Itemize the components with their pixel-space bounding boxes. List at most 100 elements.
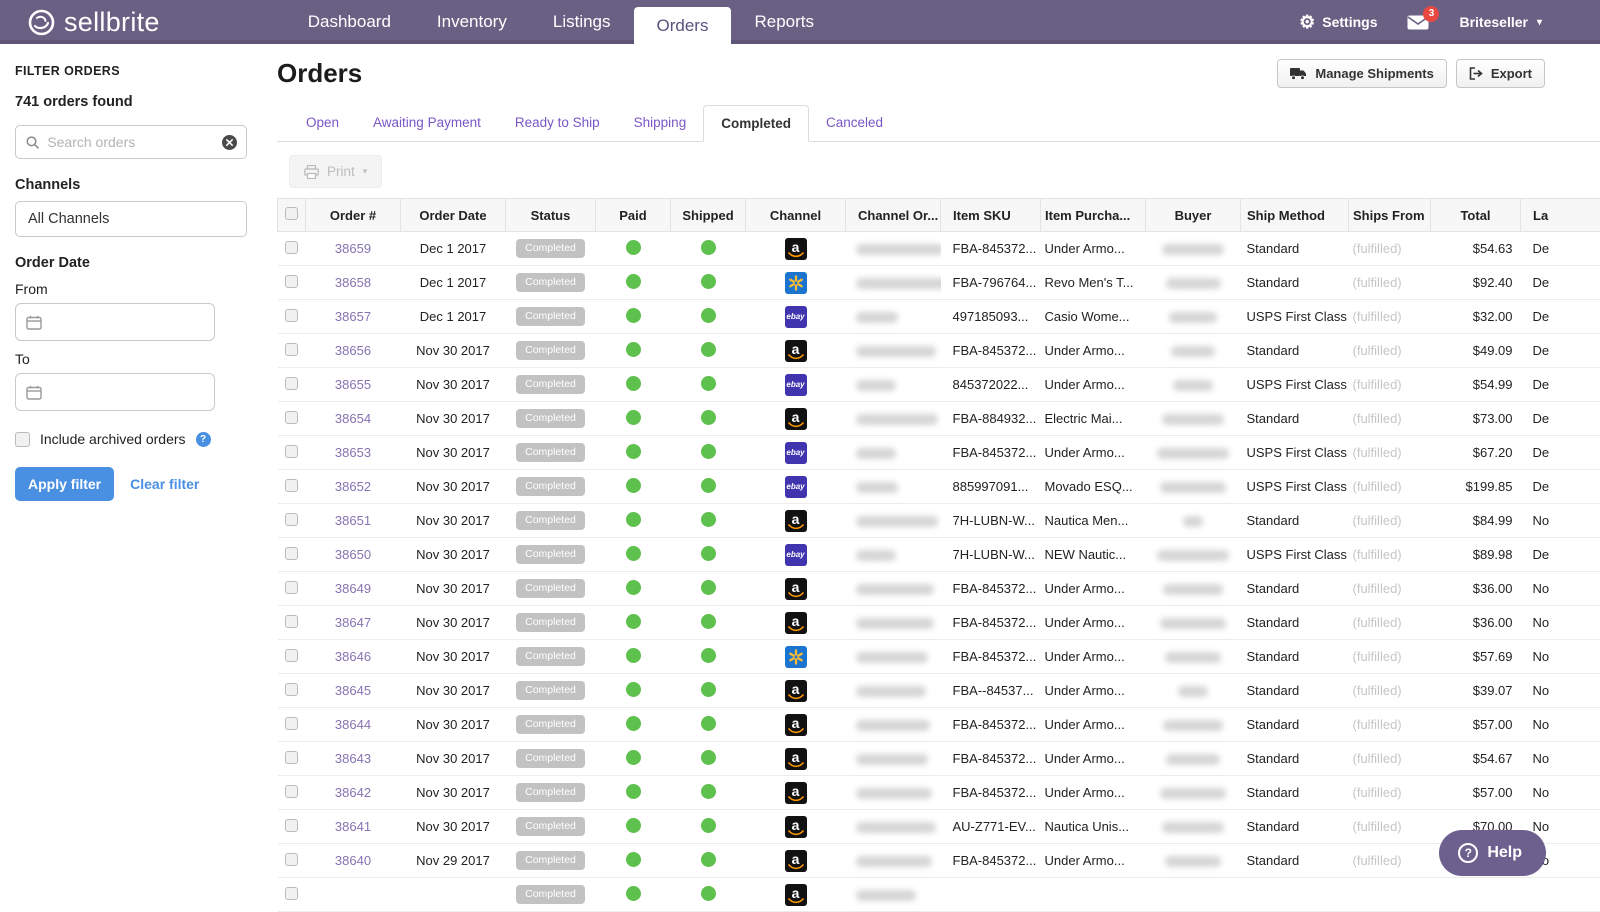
row-checkbox[interactable] bbox=[285, 751, 298, 764]
nav-item-inventory[interactable]: Inventory bbox=[414, 0, 530, 44]
include-archived-label: Include archived orders bbox=[40, 431, 186, 447]
manage-shipments-button[interactable]: Manage Shipments bbox=[1277, 59, 1446, 88]
order-date: Nov 30 2017 bbox=[401, 572, 506, 606]
col-item-purchased[interactable]: Item Purcha... bbox=[1041, 199, 1146, 232]
row-checkbox[interactable] bbox=[285, 819, 298, 832]
col-last[interactable]: La bbox=[1521, 199, 1600, 232]
row-checkbox[interactable] bbox=[285, 547, 298, 560]
tab-completed[interactable]: Completed bbox=[703, 105, 809, 142]
col-shipped[interactable]: Shipped bbox=[671, 199, 746, 232]
row-checkbox[interactable] bbox=[285, 377, 298, 390]
order-number-link[interactable]: 38643 bbox=[335, 751, 371, 766]
tab-open[interactable]: Open bbox=[289, 105, 356, 142]
order-number-link[interactable]: 38655 bbox=[335, 377, 371, 392]
col-buyer[interactable]: Buyer bbox=[1146, 199, 1241, 232]
row-checkbox[interactable] bbox=[285, 853, 298, 866]
amazon-channel-icon: a bbox=[785, 884, 807, 906]
status-badge: Completed bbox=[516, 239, 585, 258]
shipped-indicator bbox=[701, 240, 716, 255]
order-number-link[interactable]: 38642 bbox=[335, 785, 371, 800]
nav-item-orders[interactable]: Orders bbox=[634, 7, 732, 44]
search-input[interactable] bbox=[47, 134, 216, 150]
messages-button[interactable]: 3 bbox=[1407, 15, 1429, 30]
order-number-link[interactable]: 38656 bbox=[335, 343, 371, 358]
order-number-link[interactable]: 38641 bbox=[335, 819, 371, 834]
help-button[interactable]: ? Help bbox=[1439, 830, 1546, 876]
buyer-redacted bbox=[1165, 856, 1221, 867]
paid-indicator bbox=[626, 478, 641, 493]
row-checkbox[interactable] bbox=[285, 717, 298, 730]
tab-ready-to-ship[interactable]: Ready to Ship bbox=[498, 105, 617, 142]
ships-from: (fulfilled) bbox=[1349, 776, 1431, 810]
clear-filter-link[interactable]: Clear filter bbox=[130, 476, 199, 492]
col-order-number[interactable]: Order # bbox=[306, 199, 401, 232]
sellbrite-logo[interactable]: sellbrite bbox=[28, 0, 160, 44]
row-checkbox[interactable] bbox=[285, 683, 298, 696]
settings-button[interactable]: ⚙ Settings bbox=[1299, 13, 1377, 31]
order-number-link[interactable]: 38647 bbox=[335, 615, 371, 630]
clear-search-icon[interactable] bbox=[222, 135, 237, 150]
order-number-link[interactable]: 38645 bbox=[335, 683, 371, 698]
sellbrite-logo-icon bbox=[28, 9, 55, 36]
col-status[interactable]: Status bbox=[506, 199, 596, 232]
include-archived-checkbox[interactable] bbox=[15, 432, 30, 447]
account-menu[interactable]: Briteseller ▾ bbox=[1459, 14, 1542, 30]
row-checkbox[interactable] bbox=[285, 309, 298, 322]
tab-awaiting-payment[interactable]: Awaiting Payment bbox=[356, 105, 498, 142]
print-button[interactable]: Print ▾ bbox=[289, 155, 382, 188]
order-number-link[interactable]: 38640 bbox=[335, 853, 371, 868]
row-checkbox[interactable] bbox=[285, 615, 298, 628]
order-total: $89.98 bbox=[1431, 538, 1521, 572]
col-item-sku[interactable]: Item SKU bbox=[941, 199, 1041, 232]
help-tooltip-icon[interactable]: ? bbox=[196, 432, 211, 447]
order-number-link[interactable]: 38659 bbox=[335, 241, 371, 256]
order-number-link[interactable]: 38651 bbox=[335, 513, 371, 528]
row-checkbox[interactable] bbox=[285, 581, 298, 594]
row-checkbox[interactable] bbox=[285, 479, 298, 492]
channels-select[interactable]: All Channels bbox=[15, 201, 247, 237]
date-from-input[interactable] bbox=[15, 303, 215, 341]
row-checkbox[interactable] bbox=[285, 343, 298, 356]
order-number-link[interactable]: 38649 bbox=[335, 581, 371, 596]
ships-from: (fulfilled) bbox=[1349, 606, 1431, 640]
order-number-link[interactable]: 38658 bbox=[335, 275, 371, 290]
buyer-redacted bbox=[1178, 686, 1208, 697]
order-number-link[interactable]: 38657 bbox=[335, 309, 371, 324]
col-ship-method[interactable]: Ship Method bbox=[1241, 199, 1349, 232]
amazon-channel-icon: a bbox=[785, 510, 807, 532]
export-button[interactable]: Export bbox=[1456, 59, 1545, 88]
nav-item-listings[interactable]: Listings bbox=[530, 0, 634, 44]
col-order-date[interactable]: Order Date bbox=[401, 199, 506, 232]
tab-shipping[interactable]: Shipping bbox=[617, 105, 704, 142]
order-number-link[interactable]: 38652 bbox=[335, 479, 371, 494]
row-checkbox[interactable] bbox=[285, 887, 298, 900]
col-total[interactable]: Total bbox=[1431, 199, 1521, 232]
channel-order-redacted bbox=[856, 652, 928, 663]
row-checkbox[interactable] bbox=[285, 785, 298, 798]
row-checkbox[interactable] bbox=[285, 445, 298, 458]
order-total: $57.69 bbox=[1431, 640, 1521, 674]
col-paid[interactable]: Paid bbox=[596, 199, 671, 232]
nav-item-reports[interactable]: Reports bbox=[731, 0, 837, 44]
row-checkbox[interactable] bbox=[285, 513, 298, 526]
nav-item-dashboard[interactable]: Dashboard bbox=[285, 0, 414, 44]
col-channel[interactable]: Channel bbox=[746, 199, 846, 232]
last-col-value: De bbox=[1521, 402, 1600, 436]
row-checkbox[interactable] bbox=[285, 649, 298, 662]
row-checkbox[interactable] bbox=[285, 241, 298, 254]
order-number-link[interactable]: 38650 bbox=[335, 547, 371, 562]
order-number-link[interactable]: 38654 bbox=[335, 411, 371, 426]
status-badge: Completed bbox=[516, 783, 585, 802]
select-all-checkbox[interactable] bbox=[285, 207, 298, 220]
apply-filter-button[interactable]: Apply filter bbox=[15, 467, 114, 501]
row-checkbox[interactable] bbox=[285, 411, 298, 424]
date-to-input[interactable] bbox=[15, 373, 215, 411]
shipped-indicator bbox=[701, 716, 716, 731]
order-number-link[interactable]: 38644 bbox=[335, 717, 371, 732]
row-checkbox[interactable] bbox=[285, 275, 298, 288]
tab-canceled[interactable]: Canceled bbox=[809, 105, 900, 142]
order-number-link[interactable]: 38646 bbox=[335, 649, 371, 664]
col-channel-order[interactable]: Channel Or... bbox=[846, 199, 941, 232]
col-ships-from[interactable]: Ships From bbox=[1349, 199, 1431, 232]
order-number-link[interactable]: 38653 bbox=[335, 445, 371, 460]
